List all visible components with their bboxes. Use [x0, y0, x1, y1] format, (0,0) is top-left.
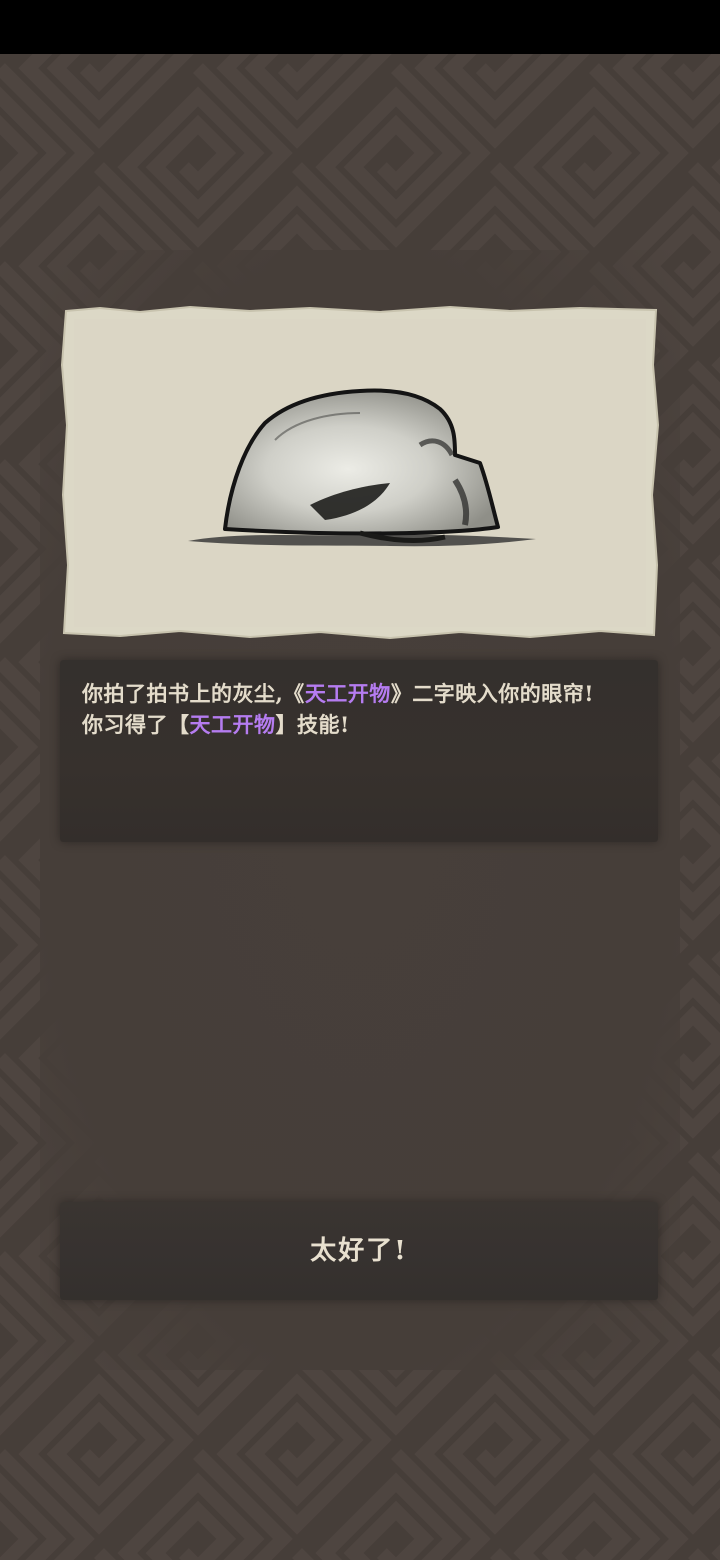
ink-rock-illustration	[60, 305, 660, 640]
message-line-2-prefix: 你习得了【	[82, 712, 190, 737]
message-line-1-suffix: 》二字映入你的眼帘!	[390, 681, 595, 706]
message-panel: 你拍了拍书上的灰尘,《天工开物》二字映入你的眼帘! 你习得了【天工开物】技能!	[60, 660, 658, 842]
message-line-2: 你习得了【天工开物】技能!	[82, 709, 642, 740]
message-line-1: 你拍了拍书上的灰尘,《天工开物》二字映入你的眼帘!	[82, 678, 642, 709]
confirm-button[interactable]: 太好了!	[60, 1202, 658, 1300]
message-line-1-prefix: 你拍了拍书上的灰尘,《	[82, 681, 305, 706]
book-title-highlight: 天工开物	[304, 681, 391, 706]
confirm-button-label: 太好了!	[310, 1236, 408, 1266]
message-line-2-suffix: 】技能!	[275, 712, 350, 737]
message-text: 你拍了拍书上的灰尘,《天工开物》二字映入你的眼帘! 你习得了【天工开物】技能!	[82, 678, 642, 740]
skill-name-highlight: 天工开物	[189, 712, 276, 737]
game-screen: 你拍了拍书上的灰尘,《天工开物》二字映入你的眼帘! 你习得了【天工开物】技能! …	[0, 0, 720, 1560]
status-bar	[0, 0, 720, 54]
